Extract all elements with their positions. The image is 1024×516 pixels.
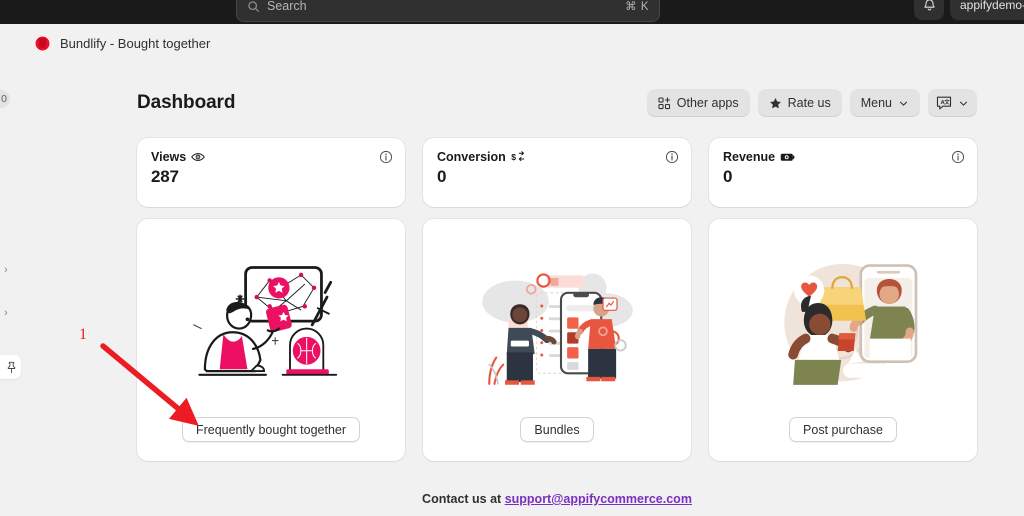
feature-card-frequently-bought-together: Frequently bought together xyxy=(137,219,405,461)
rate-us-button[interactable]: Rate us xyxy=(757,89,842,117)
pin-button[interactable] xyxy=(0,355,21,379)
search-placeholder: Search xyxy=(267,0,307,13)
notifications-button[interactable] xyxy=(914,0,944,20)
page-header: Dashboard Other apps Rate us Menu A 文 xyxy=(137,88,977,118)
chevron-down-icon xyxy=(959,101,968,106)
app-header-bar: Bundlify - Bought together xyxy=(24,24,1024,62)
bundles-button[interactable]: Bundles xyxy=(520,417,594,442)
cash-icon xyxy=(780,153,795,161)
feature-card-post-purchase: Post purchase xyxy=(709,219,977,461)
translate-icon: A 文 xyxy=(936,96,952,109)
app-title: Bundlify - Bought together xyxy=(60,35,211,51)
stat-label: Revenue xyxy=(723,150,776,164)
stat-card-conversion: Conversion $ 0 xyxy=(423,138,691,207)
pin-icon xyxy=(7,361,16,373)
stat-header: Conversion $ xyxy=(437,150,677,164)
store-account-button[interactable]: appifydemo-20 xyxy=(950,0,1024,20)
support-email-link[interactable]: support@appifycommerce.com xyxy=(505,492,692,506)
stat-label: Conversion xyxy=(437,150,506,164)
bundlify-app-icon xyxy=(34,34,51,52)
stat-label: Views xyxy=(151,150,187,164)
frequently-bought-together-button[interactable]: Frequently bought together xyxy=(181,417,361,442)
exchange-icon: $ xyxy=(511,151,525,162)
menu-label: Menu xyxy=(860,96,892,110)
footer-text: Contact us at xyxy=(422,492,505,506)
feature-cards-row: Frequently bought together Bundles Post … xyxy=(137,219,977,461)
stat-value: 287 xyxy=(151,167,179,186)
search-input[interactable]: Search ⌘ K xyxy=(236,0,660,22)
rail-expand-chevron-2[interactable]: › xyxy=(4,307,14,319)
main-content: Dashboard Other apps Rate us Menu A 文 Vi… xyxy=(24,62,1024,516)
chevron-down-icon xyxy=(899,101,908,106)
illustration-person-tablet-network xyxy=(137,219,405,417)
app-root: Search ⌘ K appifydemo-20 0 › › xyxy=(0,0,1024,516)
rate-us-label: Rate us xyxy=(787,96,831,110)
menu-button[interactable]: Menu xyxy=(849,89,920,117)
grid-plus-icon xyxy=(658,96,670,109)
other-apps-label: Other apps xyxy=(676,96,739,110)
left-rail: 0 › › xyxy=(0,24,24,516)
page-actions: Other apps Rate us Menu A 文 xyxy=(646,89,977,117)
search-icon xyxy=(248,0,259,12)
stat-header: Revenue xyxy=(723,150,963,164)
language-button[interactable]: A 文 xyxy=(928,89,977,117)
eye-icon xyxy=(191,153,206,161)
svg-text:$: $ xyxy=(511,152,516,162)
feature-button-label: Frequently bought together xyxy=(195,422,347,437)
rail-badge: 0 xyxy=(0,90,10,108)
feature-card-bundles: Bundles xyxy=(423,219,691,461)
stat-value: 0 xyxy=(437,167,447,186)
post-purchase-button[interactable]: Post purchase xyxy=(789,417,897,442)
stat-card-views: Views 287 xyxy=(137,138,405,207)
illustration-two-people-phone-checklist xyxy=(423,219,691,417)
stat-value: 0 xyxy=(723,167,733,186)
info-icon[interactable] xyxy=(665,150,679,164)
svg-text:文: 文 xyxy=(944,97,950,105)
footer-contact: Contact us at support@appifycommerce.com xyxy=(137,492,977,506)
star-icon xyxy=(769,97,781,108)
page-title: Dashboard xyxy=(137,92,236,113)
other-apps-button[interactable]: Other apps xyxy=(646,89,750,117)
annotation-number: 1 xyxy=(79,326,87,343)
store-name: appifydemo-20 xyxy=(960,0,1024,12)
bell-icon xyxy=(923,0,935,10)
stat-header: Views xyxy=(151,150,391,164)
feature-button-label: Bundles xyxy=(534,422,580,437)
stat-card-revenue: Revenue 0 xyxy=(709,138,977,207)
info-icon[interactable] xyxy=(379,150,393,164)
stats-row: Views 287 Conversion $ 0 Revenue 0 xyxy=(137,138,977,207)
global-topbar: Search ⌘ K appifydemo-20 xyxy=(0,0,1024,24)
info-icon[interactable] xyxy=(951,150,965,164)
rail-expand-chevron-1[interactable]: › xyxy=(4,264,14,276)
search-shortcut: ⌘ K xyxy=(625,1,649,13)
feature-button-label: Post purchase xyxy=(803,422,883,437)
illustration-delivery-shopping-bag xyxy=(709,219,977,417)
